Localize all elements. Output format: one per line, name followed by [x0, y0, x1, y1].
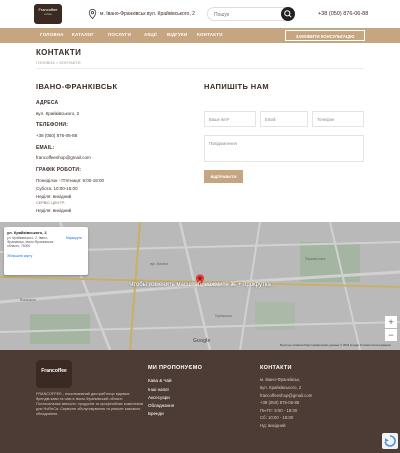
- footer-contact-line: м. Івано-Франківськ,: [260, 377, 301, 382]
- search-input[interactable]: [214, 11, 280, 19]
- header-phone[interactable]: +38 (050) 876-06-88: [318, 11, 368, 17]
- footer-hours-saturday: Сб: 10:00 - 15:00: [260, 415, 294, 420]
- main-nav: ГОЛОВНА КАТАЛОГ ПОСЛУГИ АКЦІЇ ВІДГУКИ КО…: [0, 28, 400, 43]
- search-button[interactable]: [281, 7, 295, 21]
- map-info-card: ул. Крайківського, 2 ул. Крайківського, …: [4, 227, 88, 275]
- google-logo: Google: [193, 338, 211, 344]
- map-card-title: ул. Крайківського, 2: [7, 230, 47, 235]
- address-label: АДРЕСА: [36, 100, 59, 106]
- top-bar: Francoffee coffee м. Івано-Франківськ ву…: [0, 0, 400, 28]
- divider: [36, 68, 364, 69]
- nav-item-contacts[interactable]: КОНТАКТИ: [197, 32, 223, 37]
- map-enlarge-link[interactable]: Збільшити карту: [7, 254, 32, 258]
- location-pin-icon: [88, 9, 97, 19]
- consultation-button[interactable]: ЗАМОВИТИ КОНСУЛЬТАЦІЮ: [285, 30, 365, 41]
- footer-link-coffee-tea[interactable]: Кава & Чай: [148, 378, 171, 383]
- phone-field[interactable]: Телефон: [312, 111, 364, 127]
- phone-value[interactable]: +38 (050) 876-06-88: [36, 133, 77, 138]
- header-address: м. Івано-Франківськ вул. Крайківського, …: [100, 11, 195, 17]
- address-value: вул. Крайківського, 2: [36, 111, 80, 116]
- service-center-label: СЕРВІС ЦЕНТР:: [36, 201, 66, 205]
- footer-link-brands[interactable]: Бренди: [148, 411, 164, 416]
- footer-link-equipment[interactable]: Обладнання: [148, 403, 174, 408]
- map-street-label: Вокзальна: [20, 298, 36, 302]
- footer-contacts-heading: КОНТАКТИ: [260, 365, 292, 371]
- nav-item-home[interactable]: ГОЛОВНА: [40, 32, 64, 37]
- map-route-link[interactable]: Маршрути: [66, 236, 82, 240]
- nav-item-reviews[interactable]: ВІДГУКИ: [167, 32, 187, 37]
- email-label: EMAIL:: [36, 145, 55, 151]
- name-field[interactable]: Ваше ім'я*: [204, 111, 256, 127]
- hours-sunday: Неділя: вихідний: [36, 194, 72, 199]
- page-title: КОНТАКТИ: [36, 48, 82, 57]
- email-field[interactable]: Email: [260, 111, 308, 127]
- message-field[interactable]: Повідомлення: [204, 135, 364, 162]
- search-box: [207, 7, 295, 21]
- map-zoom-hint: Чтобы изменить масштаб, нажмите ⌘ + прок…: [129, 282, 271, 288]
- form-title: НАПИШІТЬ НАМ: [204, 82, 270, 91]
- map-card-address: ул. Крайківського, 2, Івано-Франківськ, …: [7, 236, 54, 248]
- footer-link-accessories[interactable]: Аксесуари: [148, 395, 170, 400]
- footer-link-other-drinks[interactable]: Інші напої: [148, 387, 169, 392]
- email-value[interactable]: francoffeeshop@gmail.com: [36, 155, 91, 160]
- phone-label: ТЕЛЕФОНИ:: [36, 122, 69, 128]
- map-street-label: Гарбарська: [215, 314, 232, 318]
- service-sunday: Неділя: вихідний: [36, 208, 72, 213]
- footer-logo[interactable]: Francoffee: [36, 360, 72, 388]
- nav-item-promotions[interactable]: АКЦІЇ: [144, 32, 157, 37]
- search-icon: [284, 10, 292, 18]
- city-heading: ІВАНО-ФРАНКІВСЬК: [36, 82, 118, 91]
- footer: Francoffee FRANCOFFEE - ексклюзивний дис…: [0, 350, 400, 453]
- recaptcha-icon: [384, 435, 396, 447]
- nav-item-catalog[interactable]: КАТАЛОГ: [72, 32, 94, 37]
- map-street-label: Паркова зона: [305, 257, 326, 261]
- map-street-label: вул. Мазепи: [150, 262, 168, 266]
- footer-contact-line: вул. Крайківського, 2: [260, 385, 302, 390]
- nav-item-services[interactable]: ПОСЛУГИ: [108, 32, 131, 37]
- breadcrumb[interactable]: ГОЛОВНА > КОНТАКТИ: [36, 60, 80, 65]
- submit-button[interactable]: ВІДПРАВИТИ: [204, 170, 243, 183]
- zoom-out-button[interactable]: −: [385, 329, 397, 341]
- map[interactable]: вул. Мазепи Вокзальна Гарбарська Паркова…: [0, 222, 400, 350]
- footer-description: FRANCOFFEE - ексклюзивний дистриб'ютор в…: [36, 392, 144, 416]
- footer-hours-sunday: Нд: вихідний: [260, 423, 286, 428]
- logo-subtext: coffee: [43, 12, 53, 16]
- hours-label: ГРАФІК РОБОТИ:: [36, 167, 82, 173]
- zoom-in-button[interactable]: +: [385, 316, 397, 328]
- footer-phone[interactable]: +38 (050) 876-06-88: [260, 400, 299, 405]
- hours-saturday: Субота: 10:00-15:00: [36, 186, 78, 191]
- recaptcha-badge[interactable]: [382, 433, 398, 449]
- footer-offer-heading: МИ ПРОПОНУЄМО: [148, 365, 203, 371]
- hours-weekdays: Понеділок - П'ятниця: 9:00-18:00: [36, 178, 105, 183]
- footer-email[interactable]: francoffeeshop@gmail.com: [260, 393, 312, 398]
- logo[interactable]: Francoffee coffee: [34, 4, 62, 24]
- footer-hours-weekdays: Пн-Пт: 9:00 - 18:00: [260, 408, 298, 413]
- map-attribution[interactable]: Быстрые клавиши Картографические данные …: [280, 343, 391, 347]
